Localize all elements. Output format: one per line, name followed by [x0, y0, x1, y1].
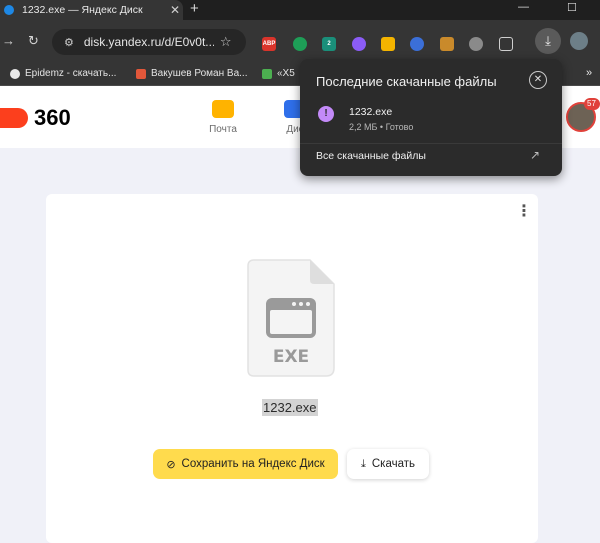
reload-icon[interactable]: ↻	[28, 33, 39, 49]
site-settings-icon[interactable]: ⚙	[64, 36, 74, 49]
download-icon: ⤓	[361, 457, 366, 470]
yandex-logo-icon[interactable]	[0, 108, 28, 128]
exe-file-icon: EXE	[247, 259, 335, 377]
gear-extension-icon[interactable]	[469, 37, 483, 51]
browser-toolbar: → ↻ ⚙ disk.yandex.ru/d/E0v0t... ☆ ABP 2 …	[0, 20, 600, 62]
download-arrow-icon: ⤓	[545, 33, 551, 48]
browser-tab[interactable]: 1232.exe — Яндекс Диск ✕	[0, 0, 183, 20]
address-bar[interactable]: ⚙ disk.yandex.ru/d/E0v0t... ☆	[52, 29, 246, 55]
notification-badge: 57	[584, 98, 600, 110]
globe-extension-icon[interactable]	[410, 37, 424, 51]
service-mail[interactable]: Почта	[198, 100, 248, 135]
more-options-icon[interactable]: ⋮	[516, 204, 532, 220]
bookmark-favicon-icon	[262, 68, 272, 79]
download-button-label: Скачать	[371, 458, 415, 470]
adblock-extension-icon[interactable]: ABP	[262, 37, 276, 51]
download-item-name[interactable]: 1232.exe	[349, 106, 392, 118]
bookmark-label: Вакушев Роман Ва...	[151, 68, 248, 79]
color-extension-icon[interactable]	[352, 37, 366, 51]
bookmark-star-icon[interactable]: ☆	[220, 34, 232, 50]
shield-extension-icon[interactable]	[293, 37, 307, 51]
download-button[interactable]: ⤓ Скачать	[347, 449, 429, 479]
profile-avatar[interactable]	[570, 32, 588, 50]
download-item-meta: 2,2 МБ • Готово	[349, 122, 414, 132]
grid-extension-icon[interactable]	[381, 37, 395, 51]
tab-strip: 1232.exe — Яндекс Диск ✕ + — ☐	[0, 0, 600, 20]
open-external-icon[interactable]: ↗	[530, 148, 540, 162]
forward-arrow-icon[interactable]: →	[2, 33, 15, 48]
extensions-puzzle-icon[interactable]	[499, 37, 513, 51]
bookmark-label: «X5	[277, 68, 295, 79]
mail-envelope-icon	[212, 100, 234, 118]
puzzle-extension-icon[interactable]: 2	[322, 37, 336, 51]
save-button-label: Сохранить на Яндекс Диск	[181, 458, 325, 470]
maximize-icon[interactable]: ☐	[567, 1, 577, 14]
tab-close-icon[interactable]: ✕	[170, 3, 180, 17]
popup-divider	[300, 143, 562, 144]
logo-text[interactable]: 360	[34, 105, 71, 131]
close-popup-icon[interactable]: ✕	[529, 71, 547, 89]
percent-extension-icon[interactable]	[440, 37, 454, 51]
downloads-popup: Последние скачанные файлы ✕ ! 1232.exe 2…	[300, 59, 562, 176]
bookmark-favicon-icon	[10, 68, 20, 79]
all-downloads-link[interactable]: Все скачанные файлы	[316, 150, 426, 162]
file-type-label: EXE	[273, 347, 309, 367]
file-name: 1232.exe	[262, 399, 318, 416]
service-label: Почта	[209, 124, 237, 135]
file-card: ⋮ EXE 1232.exe ⊘ Сохранить на Яндекс Дис…	[46, 194, 538, 543]
bookmark-label: Epidemz - скачать...	[25, 68, 117, 79]
bookmarks-overflow-icon[interactable]: »	[586, 67, 592, 79]
save-to-disk-button[interactable]: ⊘ Сохранить на Яндекс Диск	[153, 449, 338, 479]
downloads-button[interactable]: ⤓	[535, 28, 561, 54]
disk-save-icon: ⊘	[166, 458, 176, 471]
download-status-icon: !	[318, 106, 334, 122]
new-tab-button[interactable]: +	[190, 0, 199, 18]
bookmark-item[interactable]: Вакушев Роман Ва...	[136, 68, 248, 79]
downloads-popup-title: Последние скачанные файлы	[316, 74, 497, 89]
bookmark-item[interactable]: Epidemz - скачать...	[10, 68, 116, 79]
tab-title: 1232.exe — Яндекс Диск	[22, 4, 143, 16]
minimize-icon[interactable]: —	[518, 1, 529, 13]
bookmark-favicon-icon	[136, 68, 146, 79]
yandex-disk-favicon-icon	[4, 5, 14, 15]
bookmark-item[interactable]: «X5	[262, 68, 295, 79]
address-url[interactable]: disk.yandex.ru/d/E0v0t...	[84, 35, 214, 49]
